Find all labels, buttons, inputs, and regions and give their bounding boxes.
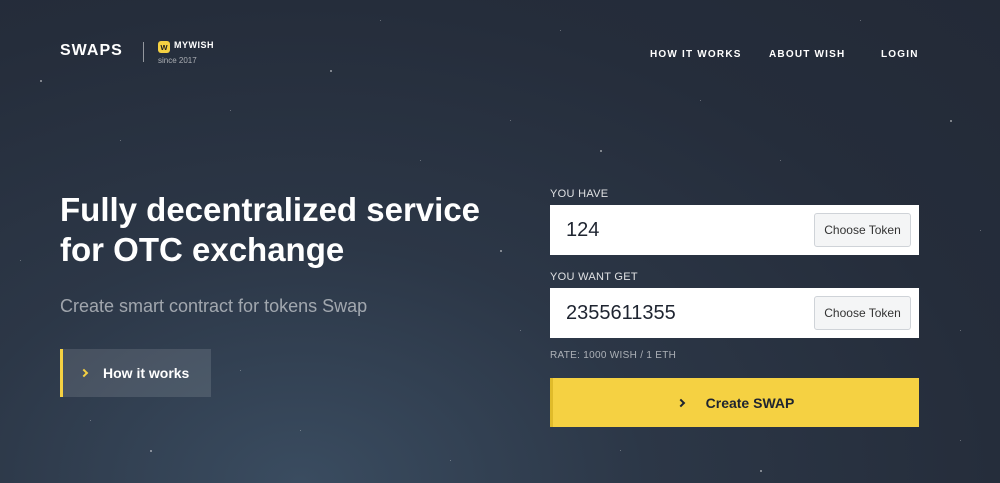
- hero-title: Fully decentralized service for OTC exch…: [60, 191, 481, 268]
- how-it-works-label: How it works: [103, 365, 190, 381]
- how-it-works-button[interactable]: How it works: [60, 349, 211, 397]
- exchange-rate: RATE: 1000 WISH / 1 ETH: [550, 350, 677, 361]
- you-have-input[interactable]: [566, 205, 806, 255]
- chevron-right-icon: [676, 398, 685, 407]
- hero-subtitle: Create smart contract for tokens Swap: [60, 296, 368, 316]
- choose-token-have-button[interactable]: Choose Token: [814, 213, 911, 247]
- nav-login[interactable]: LOGIN: [881, 49, 919, 60]
- you-have-field: Choose Token: [550, 205, 919, 255]
- you-have-label: YOU HAVE: [550, 188, 609, 200]
- nav-how-it-works[interactable]: HOW IT WORKS: [650, 49, 742, 60]
- nav-about-wish[interactable]: ABOUT WISH: [769, 49, 845, 60]
- create-swap-label: Create SWAP: [705, 394, 795, 411]
- choose-token-want-button[interactable]: Choose Token: [814, 296, 911, 330]
- create-swap-button[interactable]: Create SWAP: [550, 378, 919, 427]
- chevron-right-icon: [79, 368, 89, 378]
- brand-name: MYWISH: [174, 40, 214, 50]
- brand-since: since 2017: [158, 56, 197, 65]
- you-want-get-input[interactable]: [566, 288, 806, 338]
- swaps-logo[interactable]: SWAPS: [60, 42, 123, 60]
- logo-divider: [143, 42, 144, 62]
- mywish-icon: w: [158, 41, 170, 53]
- you-want-get-field: Choose Token: [550, 288, 919, 338]
- you-want-get-label: YOU WANT GET: [550, 271, 638, 283]
